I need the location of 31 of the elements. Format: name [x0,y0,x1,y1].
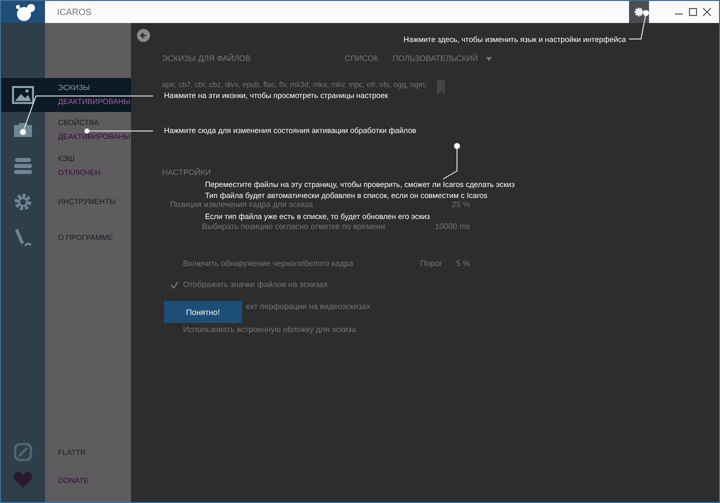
back-button[interactable] [137,29,150,42]
flattr-icon [14,443,32,461]
leader-line [442,143,460,180]
section-title: ЭСКИЗЫ ДЛЯ ФАЙЛОВ [162,54,251,64]
setting-value[interactable]: 10000 ms [434,222,470,232]
stack-icon [13,157,33,175]
got-it-button[interactable]: Понятно! [164,301,242,323]
image-icon [12,86,34,104]
close-icon[interactable] [703,8,711,16]
gear-icon [13,192,33,212]
gear-icon [634,7,644,17]
section-title: НАСТРОЙКИ [162,168,211,178]
list-label: СПИСОК [344,54,378,64]
setting-label[interactable]: Использовать встроенную обложку для эскиза [183,325,356,335]
checkmark-icon[interactable] [170,281,179,289]
setting-label: Включить обнаружение черного/белого кадра [183,259,354,269]
list-dropdown[interactable]: ПОЛЬЗОВАТЕЛЬСКИЙ [392,54,492,64]
setting-label: Позиция извлечения кадра для эскиза [170,200,313,210]
threshold-label: Порог [420,259,442,269]
brush-icon [13,228,33,248]
setting-label[interactable]: Отображать значки файлов на эскизах [183,280,328,290]
maximize-icon[interactable] [689,8,697,16]
caret-icon [486,57,492,61]
setting-value[interactable]: 5 % [456,259,470,269]
setting-label: ект перфорации на видеоэскизах [246,302,370,312]
heart-icon [13,471,33,489]
window-title: ICAROS [57,7,92,17]
back-arrow-icon [139,31,148,40]
settings-button[interactable] [629,1,649,23]
setting-label: Выбирать позицию согласно отметке по времени [202,222,386,232]
setting-value[interactable]: 25 % [452,200,470,210]
